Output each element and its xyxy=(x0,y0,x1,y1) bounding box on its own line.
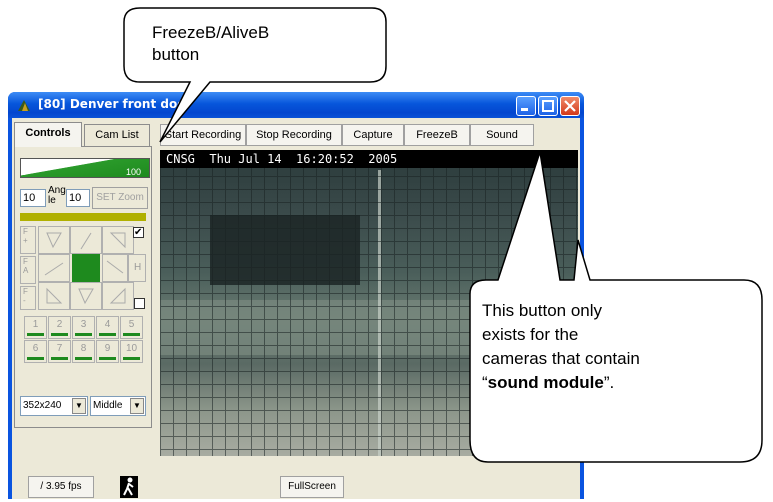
callout-shapes xyxy=(123,7,763,463)
callout-right-line1: This button only xyxy=(482,301,603,320)
callout-top-line2: button xyxy=(152,45,200,64)
tab-controls[interactable]: Controls xyxy=(14,122,82,147)
callout-right-line3: cameras that contain xyxy=(482,349,640,368)
callout-top-line1: FreezeB/AliveB xyxy=(152,23,270,42)
callout-right-line2: exists for the xyxy=(482,325,579,344)
callout-right-line4: “sound module”. xyxy=(482,373,615,392)
